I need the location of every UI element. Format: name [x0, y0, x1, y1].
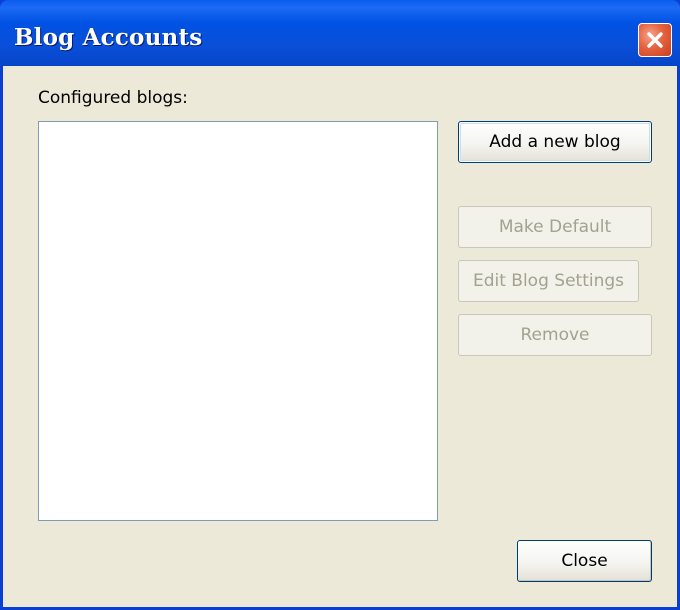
blog-accounts-dialog: Blog Accounts Configured blogs: Add a ne…: [0, 0, 680, 610]
edit-blog-settings-label: Edit Blog Settings: [472, 271, 625, 291]
make-default-label: Make Default: [498, 217, 612, 237]
make-default-button[interactable]: Make Default: [458, 206, 652, 248]
title-bar[interactable]: Blog Accounts: [0, 0, 680, 66]
close-window-button[interactable]: [638, 23, 672, 57]
edit-blog-settings-button[interactable]: Edit Blog Settings: [458, 260, 639, 302]
remove-button[interactable]: Remove: [458, 314, 652, 356]
add-new-blog-label: Add a new blog: [489, 132, 621, 152]
close-label: Close: [561, 551, 608, 571]
configured-blogs-list[interactable]: [38, 121, 438, 521]
close-button[interactable]: Close: [517, 540, 652, 582]
remove-label: Remove: [520, 325, 590, 345]
dialog-body: Configured blogs: Add a new blog Make De…: [3, 66, 677, 607]
add-new-blog-button[interactable]: Add a new blog: [458, 121, 652, 163]
window-title: Blog Accounts: [14, 24, 203, 51]
configured-blogs-label: Configured blogs:: [38, 88, 188, 108]
close-icon: [647, 32, 663, 48]
